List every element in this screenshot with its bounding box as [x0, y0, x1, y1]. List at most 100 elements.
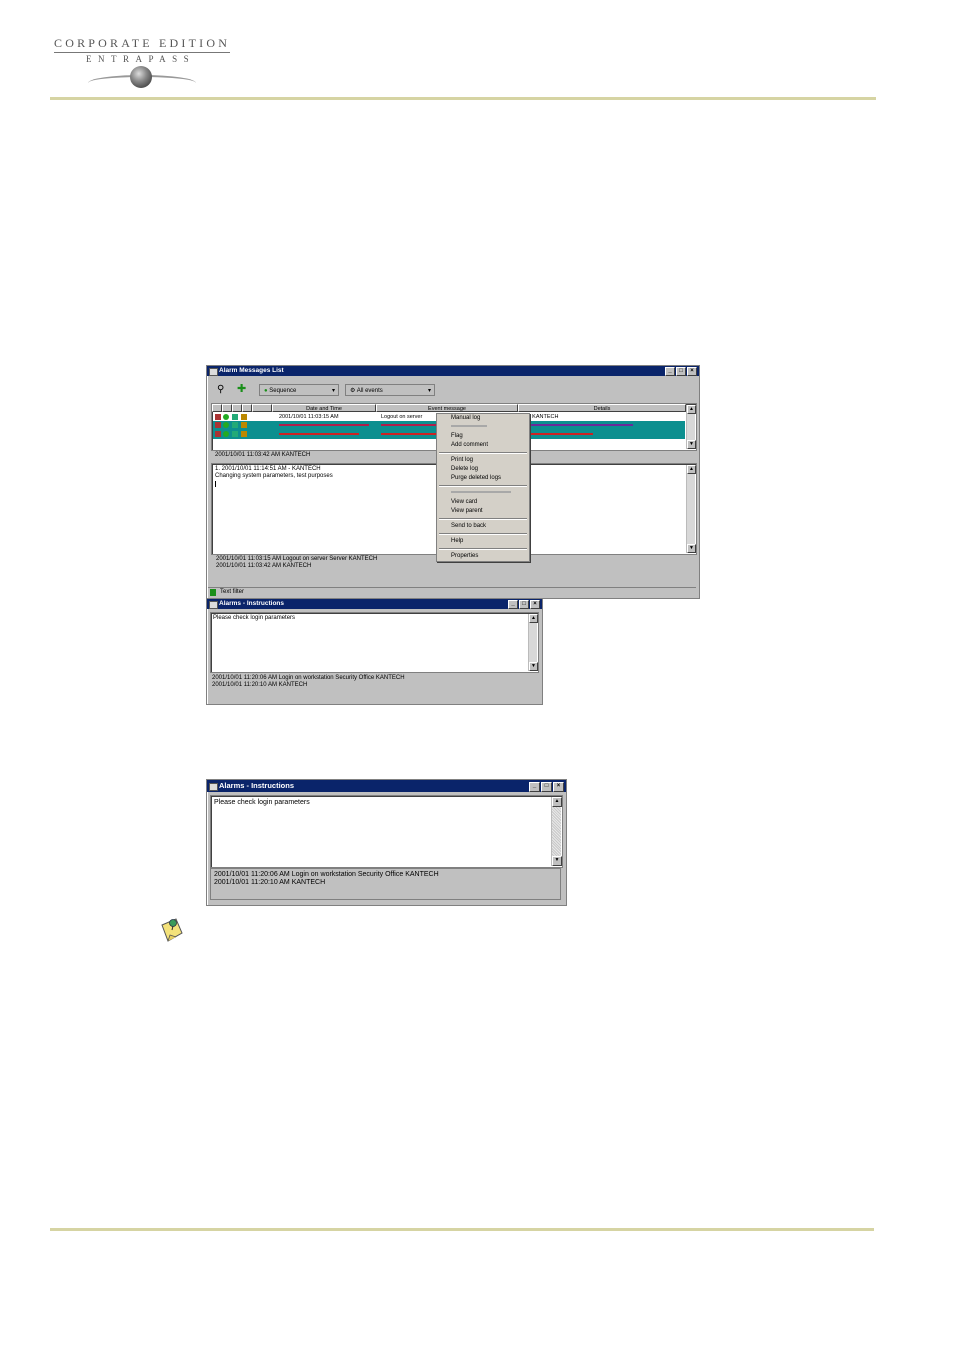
selected-entry: 2001/10/01 11:03:42 AM KANTECH — [215, 452, 311, 458]
window-icon — [209, 783, 218, 791]
maximize-button[interactable]: □ — [541, 782, 552, 792]
maximize-button[interactable]: □ — [519, 600, 529, 609]
instructions-footer-line: 2001/10/01 11:20:06 AM Login on workstat… — [214, 871, 439, 878]
filter-icon: ⚙ — [350, 388, 356, 394]
instructions-footer-line: 2001/10/01 11:20:10 AM KANTECH — [214, 879, 326, 886]
menu-separator — [439, 533, 527, 535]
alarm-toolbar: ⚲ ✚ ● Sequence ▾ ⚙ All events ▾ — [211, 382, 695, 400]
context-menu-items: Manual log Flag Add comment Print log Delete… — [437, 414, 529, 561]
event-filter-dropdown[interactable]: ⚙ All events ▾ — [345, 384, 435, 396]
binoculars-icon[interactable]: ⚲ — [217, 385, 224, 395]
scroll-down-icon[interactable]: ▼ — [687, 440, 696, 449]
comment-scrollbar[interactable]: ▲ ▼ — [686, 465, 696, 553]
flag-icon — [241, 422, 247, 428]
scroll-up-icon[interactable]: ▲ — [687, 465, 696, 474]
alarm-window-titlebar[interactable]: Alarm Messages List _ □ × — [207, 366, 699, 376]
minimize-button[interactable]: _ — [665, 367, 675, 376]
alarm-icon — [215, 431, 221, 437]
text-cursor — [215, 481, 216, 487]
menu-item[interactable]: Add comment — [437, 441, 529, 450]
close-button[interactable]: × — [687, 367, 697, 376]
alarm-icon — [215, 414, 221, 420]
column-header-status[interactable] — [232, 404, 242, 412]
instructions-footer-line: 2001/10/01 11:20:06 AM Login on workstat… — [212, 675, 405, 681]
instructions-text: Please check login parameters — [214, 799, 310, 806]
status-icon — [232, 431, 238, 437]
row-text-obscured — [381, 433, 441, 435]
column-header-details[interactable]: Details — [518, 404, 686, 412]
sequence-dropdown[interactable]: ● Sequence ▾ — [259, 384, 339, 396]
menu-item[interactable]: Send to back — [437, 522, 529, 531]
instructions-text: Please check login parameters — [213, 615, 296, 621]
column-header-status[interactable] — [212, 404, 222, 412]
minimize-button[interactable]: _ — [529, 782, 540, 792]
chevron-down-icon: ▾ — [331, 388, 335, 394]
scroll-up-icon[interactable]: ▲ — [552, 797, 562, 807]
window-icon — [209, 368, 218, 376]
logo-orb-icon — [130, 66, 152, 88]
instructions-scrollbar[interactable]: ▲ ▼ — [551, 797, 562, 866]
menu-item[interactable]: View parent — [437, 507, 529, 516]
alarm-footer-line: 2001/10/01 11:03:42 AM KANTECH — [216, 563, 312, 569]
status-icon — [232, 422, 238, 428]
scroll-down-icon[interactable]: ▼ — [552, 856, 562, 866]
menu-item[interactable]: Help — [437, 537, 529, 546]
menu-item[interactable]: Properties — [437, 552, 529, 561]
menu-separator — [439, 485, 527, 487]
row-text-obscured — [381, 424, 441, 426]
instructions-window-small: Alarms - Instructions _ □ × Please check… — [206, 598, 543, 705]
alarm-messages-window: Alarm Messages List _ □ × ⚲ ✚ ● Sequence… — [206, 365, 700, 599]
menu-item[interactable]: Flag — [437, 432, 529, 441]
row-text-obscured — [279, 433, 359, 435]
column-header-status[interactable] — [222, 404, 232, 412]
instructions-scrollbar[interactable]: ▲ ▼ — [528, 614, 538, 671]
maximize-button[interactable]: □ — [676, 367, 686, 376]
add-icon[interactable]: ✚ — [237, 384, 246, 395]
menu-item[interactable]: View card — [437, 498, 529, 507]
alarm-footer-line: 2001/10/01 11:03:15 AM Logout on server … — [216, 556, 378, 562]
row-text-obscured — [279, 424, 369, 426]
close-button[interactable]: × — [553, 782, 564, 792]
status-indicator-icon — [210, 589, 216, 596]
column-header-status[interactable] — [242, 404, 252, 412]
instructions-title: Alarms - Instructions — [219, 781, 295, 790]
menu-item[interactable]: Purge deleted logs — [437, 474, 529, 483]
disabled-item-text — [451, 425, 487, 428]
ack-icon — [223, 414, 229, 420]
instructions-titlebar[interactable]: Alarms - Instructions _ □ × — [207, 780, 566, 792]
menu-separator — [439, 548, 527, 550]
instructions-textarea[interactable]: Please check login parameters ▲ ▼ — [210, 795, 563, 868]
logo-divider — [54, 52, 230, 53]
note-icon — [161, 918, 183, 942]
minimize-button[interactable]: _ — [508, 600, 518, 609]
sequence-label: Sequence — [269, 388, 297, 394]
alarm-icon — [215, 422, 221, 428]
column-header-status[interactable] — [252, 404, 272, 412]
logo-entrapass: ENTRAPASS — [86, 54, 196, 64]
flag-icon — [241, 414, 247, 420]
ack-icon — [223, 422, 229, 428]
alarm-window-title: Alarm Messages List — [219, 367, 284, 374]
sequence-icon: ● — [264, 388, 268, 394]
column-header-event-message[interactable]: Event message — [376, 404, 518, 412]
close-button[interactable]: × — [530, 600, 540, 609]
menu-separator — [439, 452, 527, 454]
menu-item[interactable]: Manual log — [437, 414, 529, 423]
status-column-headers — [212, 404, 272, 412]
status-icon — [232, 414, 238, 420]
menu-item — [437, 489, 529, 498]
scroll-up-icon[interactable]: ▲ — [687, 405, 696, 414]
scroll-up-icon[interactable]: ▲ — [529, 614, 538, 623]
status-bar: Text filter — [208, 587, 696, 597]
column-header-datetime[interactable]: Date and Time — [272, 404, 376, 412]
status-text: Text filter — [220, 589, 245, 595]
footer-rule — [50, 1228, 874, 1231]
scroll-down-icon[interactable]: ▼ — [529, 662, 538, 671]
scroll-down-icon[interactable]: ▼ — [687, 544, 696, 553]
instructions-textarea[interactable]: Please check login parameters ▲ ▼ — [210, 612, 539, 673]
instructions-titlebar[interactable]: Alarms - Instructions _ □ × — [207, 599, 542, 609]
flag-icon — [241, 431, 247, 437]
menu-item[interactable]: Print log — [437, 456, 529, 465]
menu-item[interactable]: Delete log — [437, 465, 529, 474]
alarm-list-scrollbar[interactable]: ▲ ▼ — [686, 405, 696, 449]
